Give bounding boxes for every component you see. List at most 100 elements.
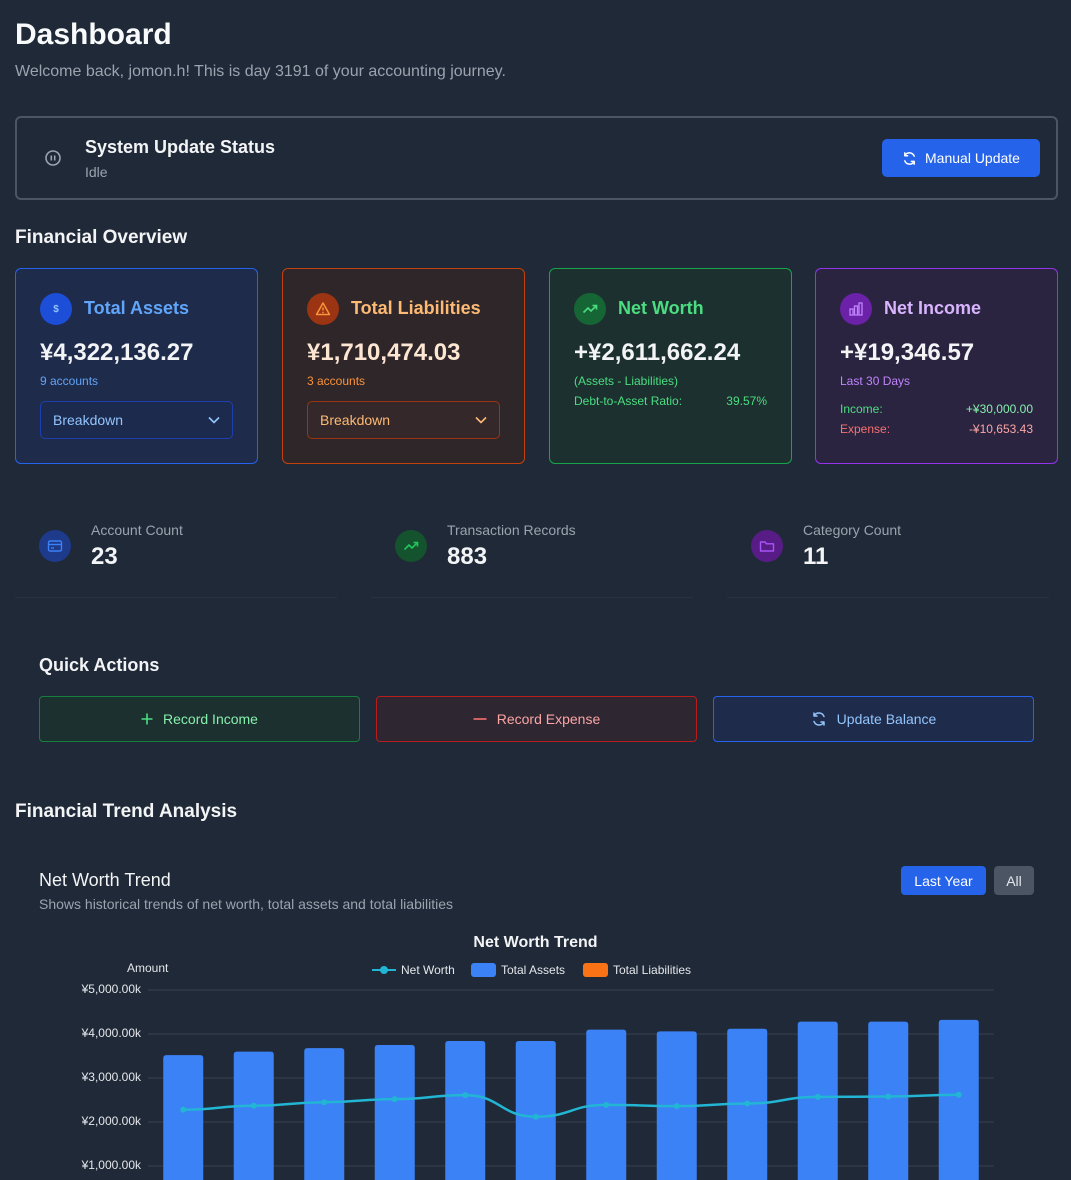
account-count-label: Account Count [91, 522, 183, 538]
net-worth-trend-desc: Shows historical trends of net worth, to… [39, 896, 453, 912]
total-liabilities-account-count: 3 accounts [307, 374, 366, 388]
total-liabilities-value: ¥1,710,474.03 [307, 339, 461, 366]
record-income-button[interactable]: Record Income [39, 696, 360, 742]
expense-label: Expense: [840, 422, 891, 436]
expense-value: -¥10,653.43 [968, 422, 1033, 436]
transaction-records-stat: Transaction Records 883 [371, 500, 693, 598]
net-worth-point[interactable] [180, 1106, 187, 1113]
chevron-down-icon [475, 416, 487, 424]
record-income-label: Record Income [163, 711, 258, 727]
net-worth-point[interactable] [462, 1092, 469, 1099]
dollar-icon: $ [40, 293, 72, 325]
transaction-records-value: 883 [447, 543, 488, 570]
transaction-records-label: Transaction Records [447, 522, 576, 538]
refresh-icon [812, 712, 825, 726]
liabilities-breakdown-dropdown[interactable]: Breakdown [307, 401, 500, 439]
legend-total-liabilities-label: Total Liabilities [613, 963, 692, 977]
legend-line-swatch [372, 966, 396, 974]
net-worth-point[interactable] [603, 1101, 610, 1108]
manual-update-label: Manual Update [925, 150, 1020, 166]
credit-card-icon [39, 530, 71, 562]
pause-circle-icon [45, 150, 61, 166]
net-worth-point[interactable] [250, 1102, 257, 1109]
plus-icon [141, 713, 153, 725]
net-worth-value: +¥2,611,662.24 [574, 339, 741, 366]
total-assets-card: $ Total Assets ¥4,322,136.27 9 accounts … [15, 268, 258, 464]
net-worth-point[interactable] [885, 1093, 892, 1100]
category-count-value: 11 [803, 543, 829, 570]
total-assets-bar[interactable] [515, 1041, 556, 1180]
update-balance-button[interactable]: Update Balance [713, 696, 1034, 742]
total-assets-value: ¥4,322,136.27 [40, 339, 194, 366]
manual-update-button[interactable]: Manual Update [882, 139, 1040, 177]
folder-icon [751, 530, 783, 562]
income-row: Income: +¥30,000.00 [840, 402, 1033, 416]
minus-icon [473, 718, 487, 720]
expense-row: Expense: -¥10,653.43 [840, 422, 1033, 436]
income-label: Income: [840, 402, 883, 416]
total-liabilities-card: Total Liabilities ¥1,710,474.03 3 accoun… [282, 268, 525, 464]
total-assets-bar[interactable] [868, 1021, 909, 1180]
account-count-value: 23 [91, 543, 118, 570]
total-assets-bar[interactable] [938, 1019, 979, 1180]
total-assets-bar[interactable] [797, 1021, 838, 1180]
bar-chart-icon [840, 293, 872, 325]
net-income-card: Net Income +¥19,346.57 Last 30 Days Inco… [815, 268, 1058, 464]
legend-liabilities-swatch [583, 963, 608, 977]
assets-breakdown-label: Breakdown [53, 412, 124, 428]
legend-net-worth-label: Net Worth [401, 963, 455, 977]
trending-up-icon [395, 530, 427, 562]
debt-to-asset-row: Debt-to-Asset Ratio: 39.57% [574, 394, 767, 408]
range-last-year-button[interactable]: Last Year [901, 866, 986, 895]
welcome-text: Welcome back, jomon.h! This is day 3191 … [15, 63, 506, 80]
net-worth-trend-chart [148, 989, 994, 1180]
quick-actions-title: Quick Actions [39, 655, 160, 675]
category-count-stat: Category Count 11 [727, 500, 1049, 598]
legend-total-assets[interactable]: Total Assets [471, 963, 565, 977]
total-assets-account-count: 9 accounts [40, 374, 99, 388]
net-worth-trend-title: Net Worth Trend [39, 870, 171, 890]
net-income-title: Net Income [884, 298, 982, 318]
legend-total-assets-label: Total Assets [501, 963, 566, 977]
debt-to-asset-label: Debt-to-Asset Ratio: [574, 394, 683, 408]
net-worth-point[interactable] [673, 1103, 680, 1110]
total-assets-title: Total Assets [84, 298, 190, 318]
record-expense-button[interactable]: Record Expense [376, 696, 697, 742]
income-value: +¥30,000.00 [965, 402, 1033, 416]
net-worth-point[interactable] [955, 1091, 962, 1098]
update-balance-label: Update Balance [836, 711, 937, 727]
legend-assets-swatch [471, 963, 496, 977]
net-income-period: Last 30 Days [840, 374, 911, 388]
total-assets-bar[interactable] [445, 1041, 486, 1180]
chevron-down-icon [208, 416, 220, 424]
trending-up-icon [574, 293, 606, 325]
net-income-value: +¥19,346.57 [840, 339, 975, 366]
net-worth-point[interactable] [532, 1113, 539, 1120]
page-title: Dashboard [15, 18, 172, 51]
range-all-button[interactable]: All [994, 866, 1034, 895]
net-worth-point[interactable] [814, 1093, 821, 1100]
net-worth-point[interactable] [321, 1099, 328, 1106]
legend-total-liabilities[interactable]: Total Liabilities [583, 963, 691, 977]
net-worth-line [183, 1093, 959, 1118]
total-liabilities-title: Total Liabilities [351, 298, 481, 318]
total-assets-bar[interactable] [304, 1048, 345, 1180]
account-count-stat: Account Count 23 [15, 500, 337, 598]
chart-y-axis-label: Amount [127, 961, 169, 975]
financial-overview-title: Financial Overview [15, 227, 188, 248]
total-assets-bar[interactable] [374, 1045, 415, 1180]
system-status-value: Idle [85, 164, 108, 180]
refresh-icon [904, 151, 915, 165]
record-expense-label: Record Expense [496, 711, 601, 727]
chart-title: Net Worth Trend [473, 934, 598, 951]
net-worth-card: Net Worth +¥2,611,662.24 (Assets - Liabi… [549, 268, 792, 464]
total-assets-bar[interactable] [233, 1051, 274, 1180]
net-worth-point[interactable] [744, 1100, 751, 1107]
assets-breakdown-dropdown[interactable]: Breakdown [40, 401, 233, 439]
warning-icon [307, 293, 339, 325]
total-assets-bar[interactable] [163, 1055, 204, 1180]
liabilities-breakdown-label: Breakdown [320, 412, 391, 428]
net-worth-title: Net Worth [618, 298, 704, 318]
legend-net-worth[interactable]: Net Worth [372, 963, 455, 977]
net-worth-point[interactable] [391, 1096, 398, 1103]
